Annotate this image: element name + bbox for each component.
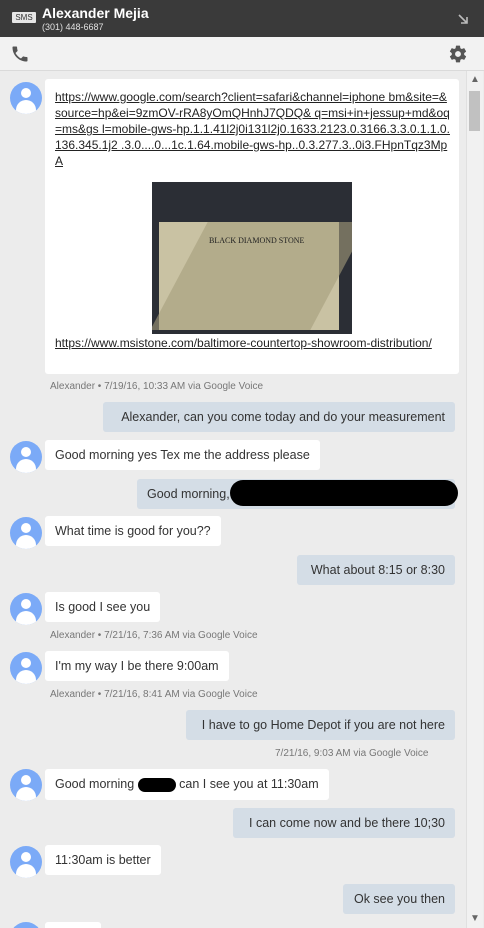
popout-icon[interactable]	[456, 12, 470, 26]
conversation-thread[interactable]: https://www.google.com/search?client=saf…	[0, 71, 466, 928]
avatar	[10, 769, 42, 801]
message-text: Good morning	[55, 777, 138, 791]
scrollbar[interactable]: ▲ ▼	[466, 71, 483, 928]
message-bubble-outgoing: I can come now and be there 10;30	[233, 808, 455, 838]
card-brand-text: BLACK DIAMOND STONE	[209, 236, 305, 245]
message-text: can I see you at 11:30am	[175, 777, 319, 791]
contact-name: Alexander Mejia	[42, 5, 149, 21]
avatar	[10, 652, 42, 684]
contact-phone: (301) 448-6687	[42, 22, 104, 32]
message-bubble-outgoing: What about 8:15 or 8:30	[297, 555, 455, 585]
avatar	[10, 517, 42, 549]
message-bubble-outgoing: Alexander, can you come today and do you…	[103, 402, 455, 432]
message-bubble-incoming: Good morning yes Tex me the address plea…	[45, 440, 320, 470]
message-bubble-incoming: Good morning can I see you at 11:30am	[45, 769, 329, 800]
scrollbar-thumb[interactable]	[469, 91, 480, 131]
message-link[interactable]: https://www.msistone.com/baltimore-count…	[55, 335, 451, 351]
window-titlebar: SMS Alexander Mejia (301) 448-6687	[0, 0, 484, 37]
gear-icon[interactable]	[448, 44, 468, 64]
avatar	[10, 846, 42, 878]
message-bubble-incoming: I'm my way I be there 9:00am	[45, 651, 229, 681]
message-link[interactable]: https://www.google.com/search?client=saf…	[55, 89, 451, 169]
message-meta: Alexander • 7/21/16, 8:41 AM via Google …	[50, 689, 258, 700]
scroll-down-icon[interactable]: ▼	[467, 913, 483, 924]
message-bubble-outgoing: Ok see you then	[343, 884, 455, 914]
message-meta: Alexander • 7/21/16, 7:36 AM via Google …	[50, 630, 258, 641]
message-text: Good morning,	[147, 487, 230, 501]
redaction-mark	[230, 480, 458, 506]
scroll-up-icon[interactable]: ▲	[467, 74, 483, 85]
avatar	[10, 922, 42, 928]
phone-icon[interactable]	[10, 44, 30, 64]
message-bubble-incoming: Is good I see you	[45, 592, 161, 622]
business-card-image[interactable]: BLACK DIAMOND STONE	[152, 182, 352, 334]
redaction-mark	[137, 777, 176, 792]
message-bubble-incoming	[45, 922, 101, 928]
message-bubble-incoming: What time is good for you??	[45, 516, 221, 546]
message-bubble-incoming: 11:30am is better	[45, 845, 161, 875]
avatar	[10, 593, 42, 625]
sms-badge: SMS	[12, 12, 36, 23]
message-meta: Alexander • 7/19/16, 10:33 AM via Google…	[50, 381, 264, 392]
conversation-toolbar	[0, 37, 484, 71]
message-bubble-incoming: https://www.google.com/search?client=saf…	[45, 79, 459, 374]
avatar	[10, 82, 42, 114]
message-meta: 7/21/16, 9:03 AM via Google Voice	[275, 748, 429, 759]
avatar	[10, 441, 42, 473]
message-bubble-outgoing: I have to go Home Depot if you are not h…	[186, 710, 455, 740]
